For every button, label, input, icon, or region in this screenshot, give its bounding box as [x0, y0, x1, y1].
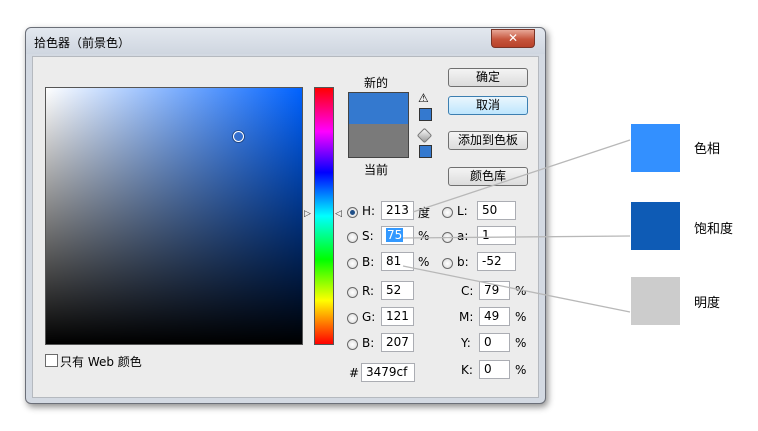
- legend-hue-label: 色相: [694, 142, 721, 157]
- legend-brightness-swatch: [631, 277, 680, 325]
- legend-brightness-label: 明度: [694, 296, 721, 311]
- legend-saturation-label: 饱和度: [694, 222, 734, 237]
- brightness-callout-line: [402, 265, 631, 313]
- hue-callout-line: [412, 139, 631, 213]
- legend-saturation-swatch: [631, 202, 680, 250]
- saturation-callout-line: [402, 235, 631, 239]
- legend-hue-swatch: [631, 124, 680, 172]
